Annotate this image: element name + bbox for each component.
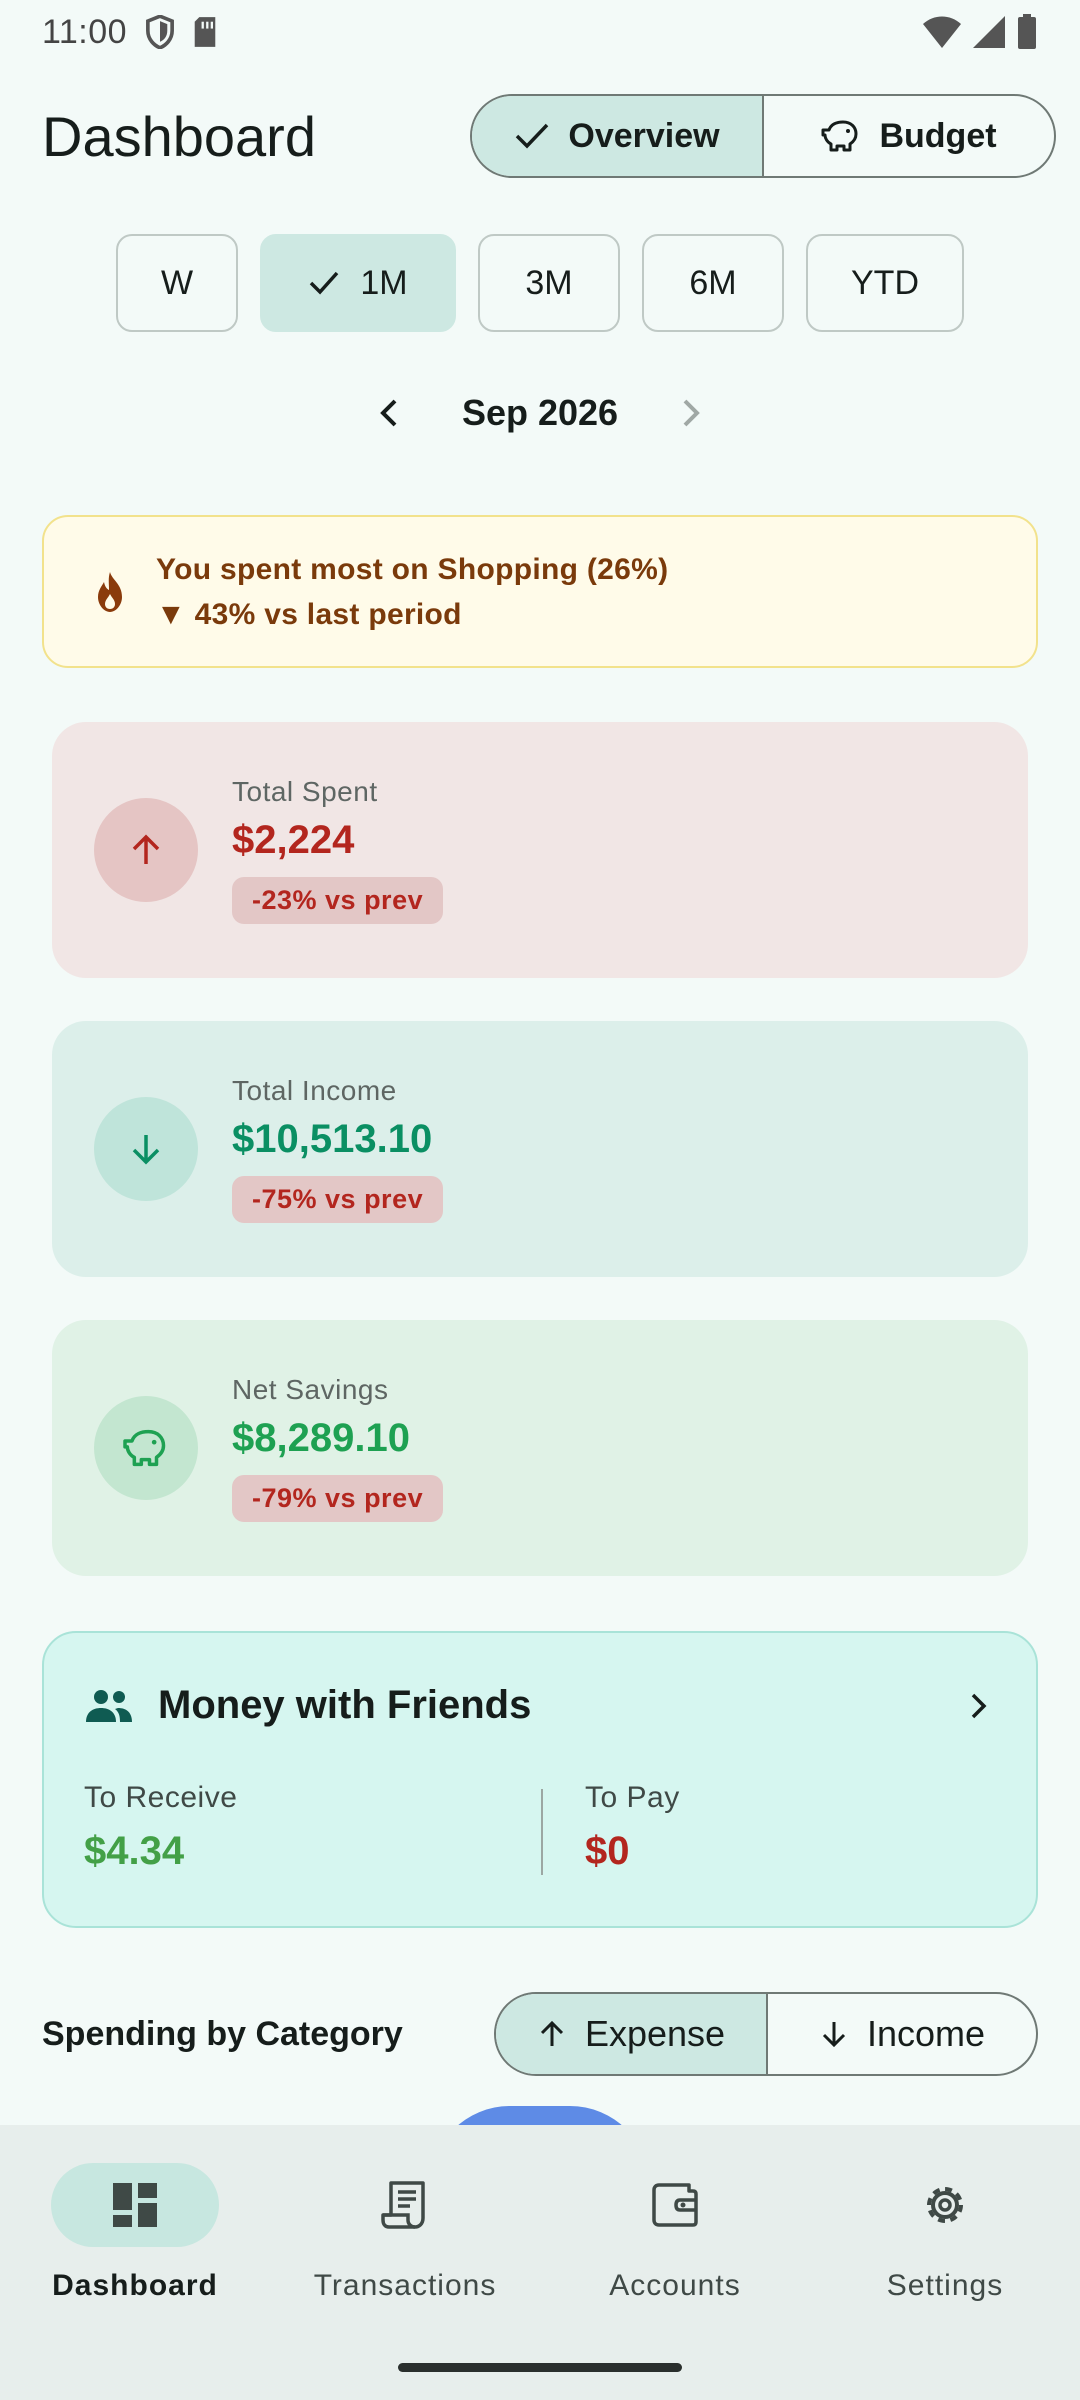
shield-icon bbox=[146, 15, 175, 49]
insight-comparison: ▼ 43% vs last period bbox=[156, 597, 462, 631]
nav-label: Transactions bbox=[313, 2269, 497, 2302]
stat-value: $8,289.10 bbox=[232, 1416, 410, 1460]
arrow-down-icon bbox=[132, 1135, 160, 1165]
month-label: Sep 2026 bbox=[461, 392, 619, 433]
to-receive-label: To Receive bbox=[84, 1781, 238, 1814]
divider bbox=[541, 1789, 543, 1875]
dashboard-icon bbox=[113, 2183, 157, 2227]
spending-insight-banner: You spent most on Shopping (26%) ▼ 43% v… bbox=[42, 515, 1038, 668]
bottom-navigation: Dashboard Transactions Accounts Settings bbox=[0, 2125, 1080, 2400]
to-receive-value: $4.34 bbox=[84, 1829, 185, 1873]
nav-item-transactions[interactable]: Transactions bbox=[270, 2163, 540, 2303]
fire-icon bbox=[98, 571, 122, 612]
nav-item-dashboard[interactable]: Dashboard bbox=[0, 2163, 270, 2303]
sd-card-icon bbox=[194, 17, 216, 47]
piggy-bank-icon bbox=[123, 1429, 166, 1467]
receipt-icon bbox=[381, 2181, 425, 2229]
change-badge: -79% vs prev bbox=[232, 1475, 444, 1522]
page-title: Dashboard bbox=[42, 104, 316, 168]
change-badge: -23% vs prev bbox=[232, 877, 444, 924]
period-selector: W 1M 3M 6M YTD bbox=[0, 234, 1080, 332]
overview-label: Overview bbox=[568, 116, 720, 155]
to-pay-value: $0 bbox=[585, 1829, 630, 1873]
nav-item-accounts[interactable]: Accounts bbox=[540, 2163, 810, 2303]
budget-label: Budget bbox=[879, 116, 997, 155]
check-icon bbox=[310, 271, 339, 295]
section-title: Spending by Category bbox=[42, 2014, 403, 2053]
period-label: YTD bbox=[851, 263, 919, 302]
expense-label: Expense bbox=[584, 2013, 726, 2054]
arrow-down-icon bbox=[822, 2022, 846, 2048]
nav-label: Settings bbox=[886, 2269, 1004, 2302]
friends-title: Money with Friends bbox=[158, 1683, 532, 1727]
status-time: 11:00 bbox=[42, 12, 128, 51]
stat-value: $2,224 bbox=[232, 818, 355, 862]
income-tab[interactable]: Income bbox=[768, 1994, 1036, 2074]
period-label: 6M bbox=[689, 263, 737, 302]
spending-by-category-header: Spending by Category Expense Income bbox=[42, 1992, 1038, 2076]
status-bar: 11:00 bbox=[0, 0, 1080, 64]
stat-label: Total Spent bbox=[232, 776, 378, 807]
chevron-right-icon bbox=[971, 1693, 987, 1718]
stat-label: Total Income bbox=[232, 1075, 397, 1106]
stat-value: $10,513.10 bbox=[232, 1117, 433, 1161]
period-chip-w[interactable]: W bbox=[116, 234, 238, 332]
period-label: W bbox=[160, 263, 194, 302]
month-navigator: Sep 2026 bbox=[0, 392, 1080, 434]
battery-icon bbox=[1018, 14, 1036, 49]
chevron-left-icon[interactable] bbox=[370, 393, 410, 433]
piggy-bank-icon bbox=[821, 120, 858, 152]
insight-headline: You spent most on Shopping (26%) bbox=[156, 552, 669, 586]
wallet-icon bbox=[652, 2183, 698, 2227]
period-chip-1m[interactable]: 1M bbox=[260, 234, 456, 332]
wifi-icon bbox=[923, 16, 961, 48]
people-icon bbox=[86, 1689, 132, 1722]
money-with-friends-card[interactable]: Money with Friends To Receive $4.34 To P… bbox=[42, 1631, 1038, 1928]
arrow-up-icon bbox=[540, 2020, 563, 2046]
gear-icon bbox=[927, 2187, 963, 2223]
total-spent-card[interactable]: Total Spent $2,224 -23% vs prev bbox=[52, 722, 1028, 978]
overview-tab[interactable]: Overview bbox=[472, 96, 762, 176]
category-type-toggle: Expense Income bbox=[494, 1992, 1038, 2076]
expense-tab[interactable]: Expense bbox=[496, 1994, 766, 2074]
view-toggle: Overview Budget bbox=[470, 94, 1056, 178]
nav-item-settings[interactable]: Settings bbox=[810, 2163, 1080, 2303]
net-savings-card[interactable]: Net Savings $8,289.10 -79% vs prev bbox=[52, 1320, 1028, 1576]
total-income-card[interactable]: Total Income $10,513.10 -75% vs prev bbox=[52, 1021, 1028, 1277]
check-icon bbox=[516, 123, 549, 149]
chevron-right-icon[interactable] bbox=[670, 393, 710, 433]
header: Dashboard Overview Budget bbox=[42, 94, 1056, 178]
home-indicator[interactable] bbox=[398, 2363, 682, 2372]
to-pay-label: To Pay bbox=[585, 1781, 680, 1814]
income-label: Income bbox=[866, 2013, 986, 2054]
arrow-up-icon bbox=[132, 834, 160, 864]
signal-icon bbox=[973, 16, 1005, 48]
stat-label: Net Savings bbox=[232, 1374, 389, 1405]
period-chip-ytd[interactable]: YTD bbox=[806, 234, 964, 332]
nav-label: Accounts bbox=[609, 2269, 741, 2302]
period-chip-6m[interactable]: 6M bbox=[642, 234, 784, 332]
nav-label: Dashboard bbox=[52, 2269, 218, 2302]
budget-tab[interactable]: Budget bbox=[764, 96, 1054, 176]
period-label: 3M bbox=[525, 263, 573, 302]
period-label: 1M bbox=[360, 263, 408, 302]
period-chip-3m[interactable]: 3M bbox=[478, 234, 620, 332]
change-badge: -75% vs prev bbox=[232, 1176, 444, 1223]
